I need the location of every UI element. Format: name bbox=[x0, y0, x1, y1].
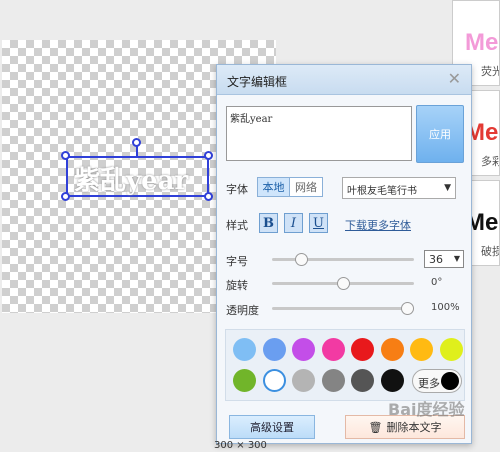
opacity-label: 透明度 bbox=[226, 304, 259, 317]
dialog-title: 文字编辑框 bbox=[227, 75, 288, 89]
font-size-slider-handle[interactable] bbox=[295, 253, 309, 266]
download-more-fonts-link[interactable]: 下载更多字体 bbox=[345, 217, 411, 233]
chevron-down-icon: ▼ bbox=[444, 183, 451, 193]
thumbnail-label: 荧光 bbox=[481, 65, 499, 78]
font-size-label: 字号 bbox=[226, 255, 248, 268]
text-layer-preview: 紫乱year bbox=[74, 166, 189, 196]
font-source-local[interactable]: 本地 bbox=[257, 177, 290, 197]
delete-text-label: 删除本文字 bbox=[386, 421, 442, 434]
thumbnail-label: 破损 bbox=[481, 245, 499, 258]
resize-handle-top-right[interactable] bbox=[204, 151, 213, 160]
font-size-value: 36 bbox=[429, 253, 443, 266]
color-swatch[interactable] bbox=[292, 338, 315, 361]
color-swatch[interactable] bbox=[410, 338, 433, 361]
font-family-select[interactable]: 叶根友毛笔行书 ▼ bbox=[342, 177, 456, 199]
apply-button[interactable]: 应用 bbox=[416, 105, 464, 163]
font-size-slider[interactable] bbox=[272, 258, 414, 261]
rotate-slider-handle[interactable] bbox=[336, 277, 350, 290]
chevron-down-icon: ▼ bbox=[453, 254, 460, 263]
color-swatch[interactable] bbox=[380, 338, 404, 361]
advanced-settings-button[interactable]: 高级设置 bbox=[229, 415, 315, 439]
color-palette: 更多 bbox=[225, 329, 465, 401]
resize-handle-bottom-right[interactable] bbox=[204, 192, 213, 201]
rotate-label: 旋转 bbox=[226, 279, 248, 292]
color-swatch[interactable] bbox=[233, 338, 256, 361]
italic-button[interactable]: I bbox=[284, 213, 303, 233]
opacity-value: 100% bbox=[431, 302, 460, 313]
resize-handle-top-left[interactable] bbox=[61, 151, 70, 160]
color-swatch[interactable] bbox=[380, 369, 404, 392]
color-swatch[interactable] bbox=[351, 338, 374, 361]
more-colors-button[interactable]: 更多 bbox=[412, 369, 462, 393]
color-swatch[interactable] bbox=[233, 369, 256, 392]
color-swatch[interactable] bbox=[321, 338, 345, 361]
font-size-select[interactable]: 36 ▼ bbox=[424, 250, 464, 268]
font-label: 字体 bbox=[226, 183, 248, 196]
color-swatch[interactable] bbox=[292, 369, 315, 392]
color-swatch[interactable] bbox=[439, 338, 463, 361]
text-edit-dialog: 文字编辑框 ✕ 紫乱year 应用 字体 本地 网络 叶根友毛笔行书 ▼ 样式 … bbox=[216, 64, 472, 444]
canvas-size-status: 300 × 300 bbox=[214, 440, 267, 451]
thumbnail-label: 多彩 bbox=[481, 155, 499, 168]
opacity-slider[interactable] bbox=[272, 307, 414, 310]
thumbnail-sample: Mei bbox=[465, 29, 499, 56]
opacity-slider-handle[interactable] bbox=[401, 302, 414, 315]
font-source-toggle: 本地 网络 bbox=[257, 177, 323, 197]
style-label: 样式 bbox=[226, 219, 248, 232]
font-source-web[interactable]: 网络 bbox=[290, 177, 323, 197]
color-swatch[interactable] bbox=[321, 369, 345, 392]
selected-text-layer[interactable]: 紫乱year bbox=[66, 156, 209, 197]
dialog-title-bar: 文字编辑框 ✕ bbox=[217, 65, 471, 95]
color-swatch[interactable] bbox=[262, 338, 286, 361]
text-content-input[interactable]: 紫乱year bbox=[226, 106, 412, 161]
trash-icon: 🗑 bbox=[368, 420, 383, 434]
rotate-value: 0° bbox=[431, 277, 443, 288]
more-colors-label: 更多 bbox=[418, 377, 440, 390]
resize-handle-bottom-left[interactable] bbox=[61, 192, 70, 201]
close-icon[interactable]: ✕ bbox=[448, 71, 461, 87]
color-swatch[interactable] bbox=[262, 369, 286, 392]
color-swatch[interactable] bbox=[351, 369, 374, 392]
current-color-swatch bbox=[441, 372, 459, 390]
bold-button[interactable]: B bbox=[259, 213, 278, 233]
underline-button[interactable]: U bbox=[309, 213, 328, 233]
rotate-handle-line bbox=[136, 146, 138, 156]
watermark-logo: Bai度经验 bbox=[388, 400, 465, 419]
rotate-handle[interactable] bbox=[132, 138, 141, 147]
font-family-value: 叶根友毛笔行书 bbox=[347, 186, 417, 197]
